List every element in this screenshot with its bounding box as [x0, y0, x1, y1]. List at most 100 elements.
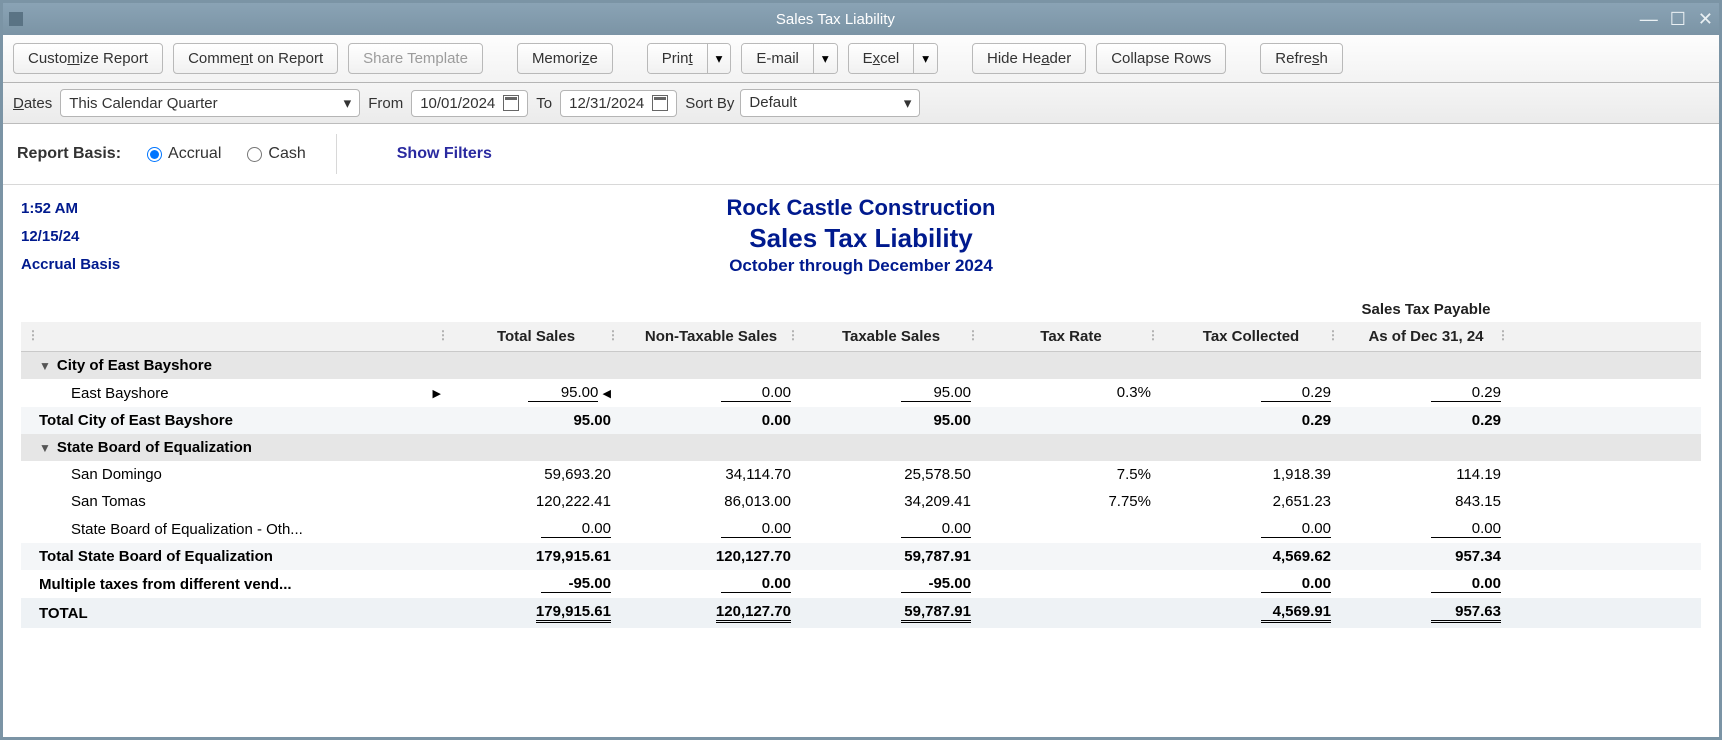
cell-collected: 1,918.39	[1261, 466, 1331, 483]
cell-collected: 4,569.91	[1261, 603, 1331, 623]
accrual-radio-label: Accrual	[168, 145, 221, 163]
toolbar-dates: Dates This Calendar Quarter ▾ From 10/01…	[3, 83, 1719, 124]
excel-dropdown[interactable]: ▾	[913, 44, 937, 73]
sortby-label: Sort By	[685, 95, 734, 112]
row-label: San Domingo	[71, 466, 162, 483]
col-as-of[interactable]: As of Dec 31, 24	[1341, 328, 1511, 345]
cell-total: 95.00	[528, 384, 598, 402]
col-tax-collected[interactable]: Tax Collected	[1161, 328, 1341, 345]
data-row-east-bayshore[interactable]: East Bayshore ▶ 95.00 ◀ 0.00 95.00 0.3% …	[21, 379, 1701, 407]
cell-total: 59,693.20	[541, 466, 611, 483]
cell-non: 0.00	[721, 384, 791, 402]
row-label: State Board of Equalization - Oth...	[71, 521, 303, 538]
data-row-state-board-other[interactable]: State Board of Equalization - Oth... 0.0…	[21, 515, 1701, 543]
cash-radio[interactable]: Cash	[247, 145, 305, 163]
cell-taxable: 59,787.91	[901, 548, 971, 565]
cell-total: 179,915.61	[536, 603, 611, 623]
cell-payable: 0.00	[1431, 575, 1501, 593]
email-button[interactable]: E-mail	[742, 44, 813, 73]
row-label: East Bayshore	[71, 385, 169, 402]
system-menu-icon[interactable]	[9, 12, 23, 26]
report-title: Sales Tax Liability	[241, 223, 1481, 254]
cash-radio-label: Cash	[268, 145, 305, 163]
cell-total: 179,915.61	[536, 548, 611, 565]
chevron-down-icon: ▼	[39, 441, 51, 455]
row-label: TOTAL	[39, 605, 88, 622]
total-row-state-board[interactable]: Total State Board of Equalization 179,91…	[21, 543, 1701, 570]
dates-label: Dates	[13, 95, 52, 112]
cell-taxable: 59,787.91	[901, 603, 971, 623]
to-date-input[interactable]: 12/31/2024	[560, 90, 677, 117]
row-label: Multiple taxes from different vend...	[39, 576, 292, 593]
sortby-value: Default	[749, 94, 797, 112]
refresh-button[interactable]: Refresh	[1260, 43, 1343, 74]
window-title: Sales Tax Liability	[31, 11, 1640, 28]
cell-payable: 114.19	[1431, 466, 1501, 483]
customize-report-button[interactable]: Customize Report	[13, 43, 163, 74]
cell-non: 34,114.70	[721, 466, 791, 483]
cell-payable: 957.63	[1431, 603, 1501, 623]
report-date-range: October through December 2024	[241, 256, 1481, 276]
report-basis-row: Report Basis: Accrual Cash Show Filters	[3, 124, 1719, 185]
group-row-east-bayshore[interactable]: ▼ City of East Bayshore	[21, 352, 1701, 379]
maximize-icon[interactable]: ☐	[1670, 10, 1686, 28]
comment-on-report-button[interactable]: Comment on Report	[173, 43, 338, 74]
calendar-icon[interactable]	[652, 95, 668, 111]
cell-taxable: 0.00	[901, 520, 971, 538]
cell-payable: 957.34	[1431, 548, 1501, 565]
show-filters-link[interactable]: Show Filters	[397, 145, 492, 163]
cell-collected: 0.00	[1261, 520, 1331, 538]
from-date-input[interactable]: 10/01/2024	[411, 90, 528, 117]
minimize-icon[interactable]: —	[1640, 10, 1658, 28]
cell-taxable: 95.00	[901, 412, 971, 429]
col-taxable[interactable]: Taxable Sales	[801, 328, 981, 345]
chevron-down-icon: ▾	[904, 94, 912, 112]
dates-select[interactable]: This Calendar Quarter ▾	[60, 89, 360, 117]
email-split-button[interactable]: E-mail ▾	[741, 43, 837, 74]
excel-split-button[interactable]: Excel ▾	[848, 43, 938, 74]
cell-total: -95.00	[541, 575, 611, 593]
cell-taxable: 34,209.41	[901, 493, 971, 510]
cell-non: 0.00	[721, 575, 791, 593]
grand-total-row[interactable]: TOTAL 179,915.61 120,127.70 59,787.91 4,…	[21, 598, 1701, 628]
sortby-select[interactable]: Default ▾	[740, 89, 920, 117]
col-total-sales[interactable]: Total Sales	[451, 328, 621, 345]
data-row-san-tomas[interactable]: San Tomas 120,222.41 86,013.00 34,209.41…	[21, 488, 1701, 515]
data-row-multiple-vendors[interactable]: Multiple taxes from different vend... -9…	[21, 570, 1701, 598]
hide-header-button[interactable]: Hide Header	[972, 43, 1086, 74]
cash-radio-input[interactable]	[247, 147, 262, 162]
col-tax-rate[interactable]: Tax Rate	[981, 328, 1161, 345]
cell-payable: 843.15	[1431, 493, 1501, 510]
group-label: City of East Bayshore	[57, 357, 212, 374]
group-label: State Board of Equalization	[57, 439, 252, 456]
accrual-radio-input[interactable]	[147, 147, 162, 162]
accrual-radio[interactable]: Accrual	[147, 145, 221, 163]
print-dropdown[interactable]: ▾	[707, 44, 731, 73]
cell-non: 120,127.70	[716, 603, 791, 623]
print-button[interactable]: Print	[648, 44, 707, 73]
cell-rate: 7.75%	[1081, 493, 1151, 510]
col-non-taxable[interactable]: Non-Taxable Sales	[621, 328, 801, 345]
email-dropdown[interactable]: ▾	[813, 44, 837, 73]
total-row-east-bayshore[interactable]: Total City of East Bayshore 95.00 0.00 9…	[21, 407, 1701, 434]
report-top: 1:52 AM 12/15/24 Accrual Basis Rock Cast…	[21, 195, 1701, 279]
chevron-down-icon: ▾	[344, 94, 352, 112]
calendar-icon[interactable]	[503, 95, 519, 111]
divider	[336, 134, 337, 174]
dates-select-value: This Calendar Quarter	[69, 95, 217, 112]
report-basis-label: Report Basis:	[17, 145, 121, 163]
title-bar: Sales Tax Liability — ☐ ✕	[3, 3, 1719, 35]
cell-non: 120,127.70	[716, 548, 791, 565]
memorize-button[interactable]: Memorize	[517, 43, 613, 74]
close-icon[interactable]: ✕	[1698, 10, 1713, 28]
data-row-san-domingo[interactable]: San Domingo 59,693.20 34,114.70 25,578.5…	[21, 461, 1701, 488]
report-date: 12/15/24	[21, 223, 241, 251]
chevron-down-icon: ▼	[39, 359, 51, 373]
excel-button[interactable]: Excel	[849, 44, 914, 73]
collapse-rows-button[interactable]: Collapse Rows	[1096, 43, 1226, 74]
report-basis-text: Accrual Basis	[21, 251, 241, 279]
print-split-button[interactable]: Print ▾	[647, 43, 732, 74]
cell-non: 0.00	[721, 520, 791, 538]
cell-taxable: 95.00	[901, 384, 971, 402]
group-row-state-board[interactable]: ▼ State Board of Equalization	[21, 434, 1701, 461]
